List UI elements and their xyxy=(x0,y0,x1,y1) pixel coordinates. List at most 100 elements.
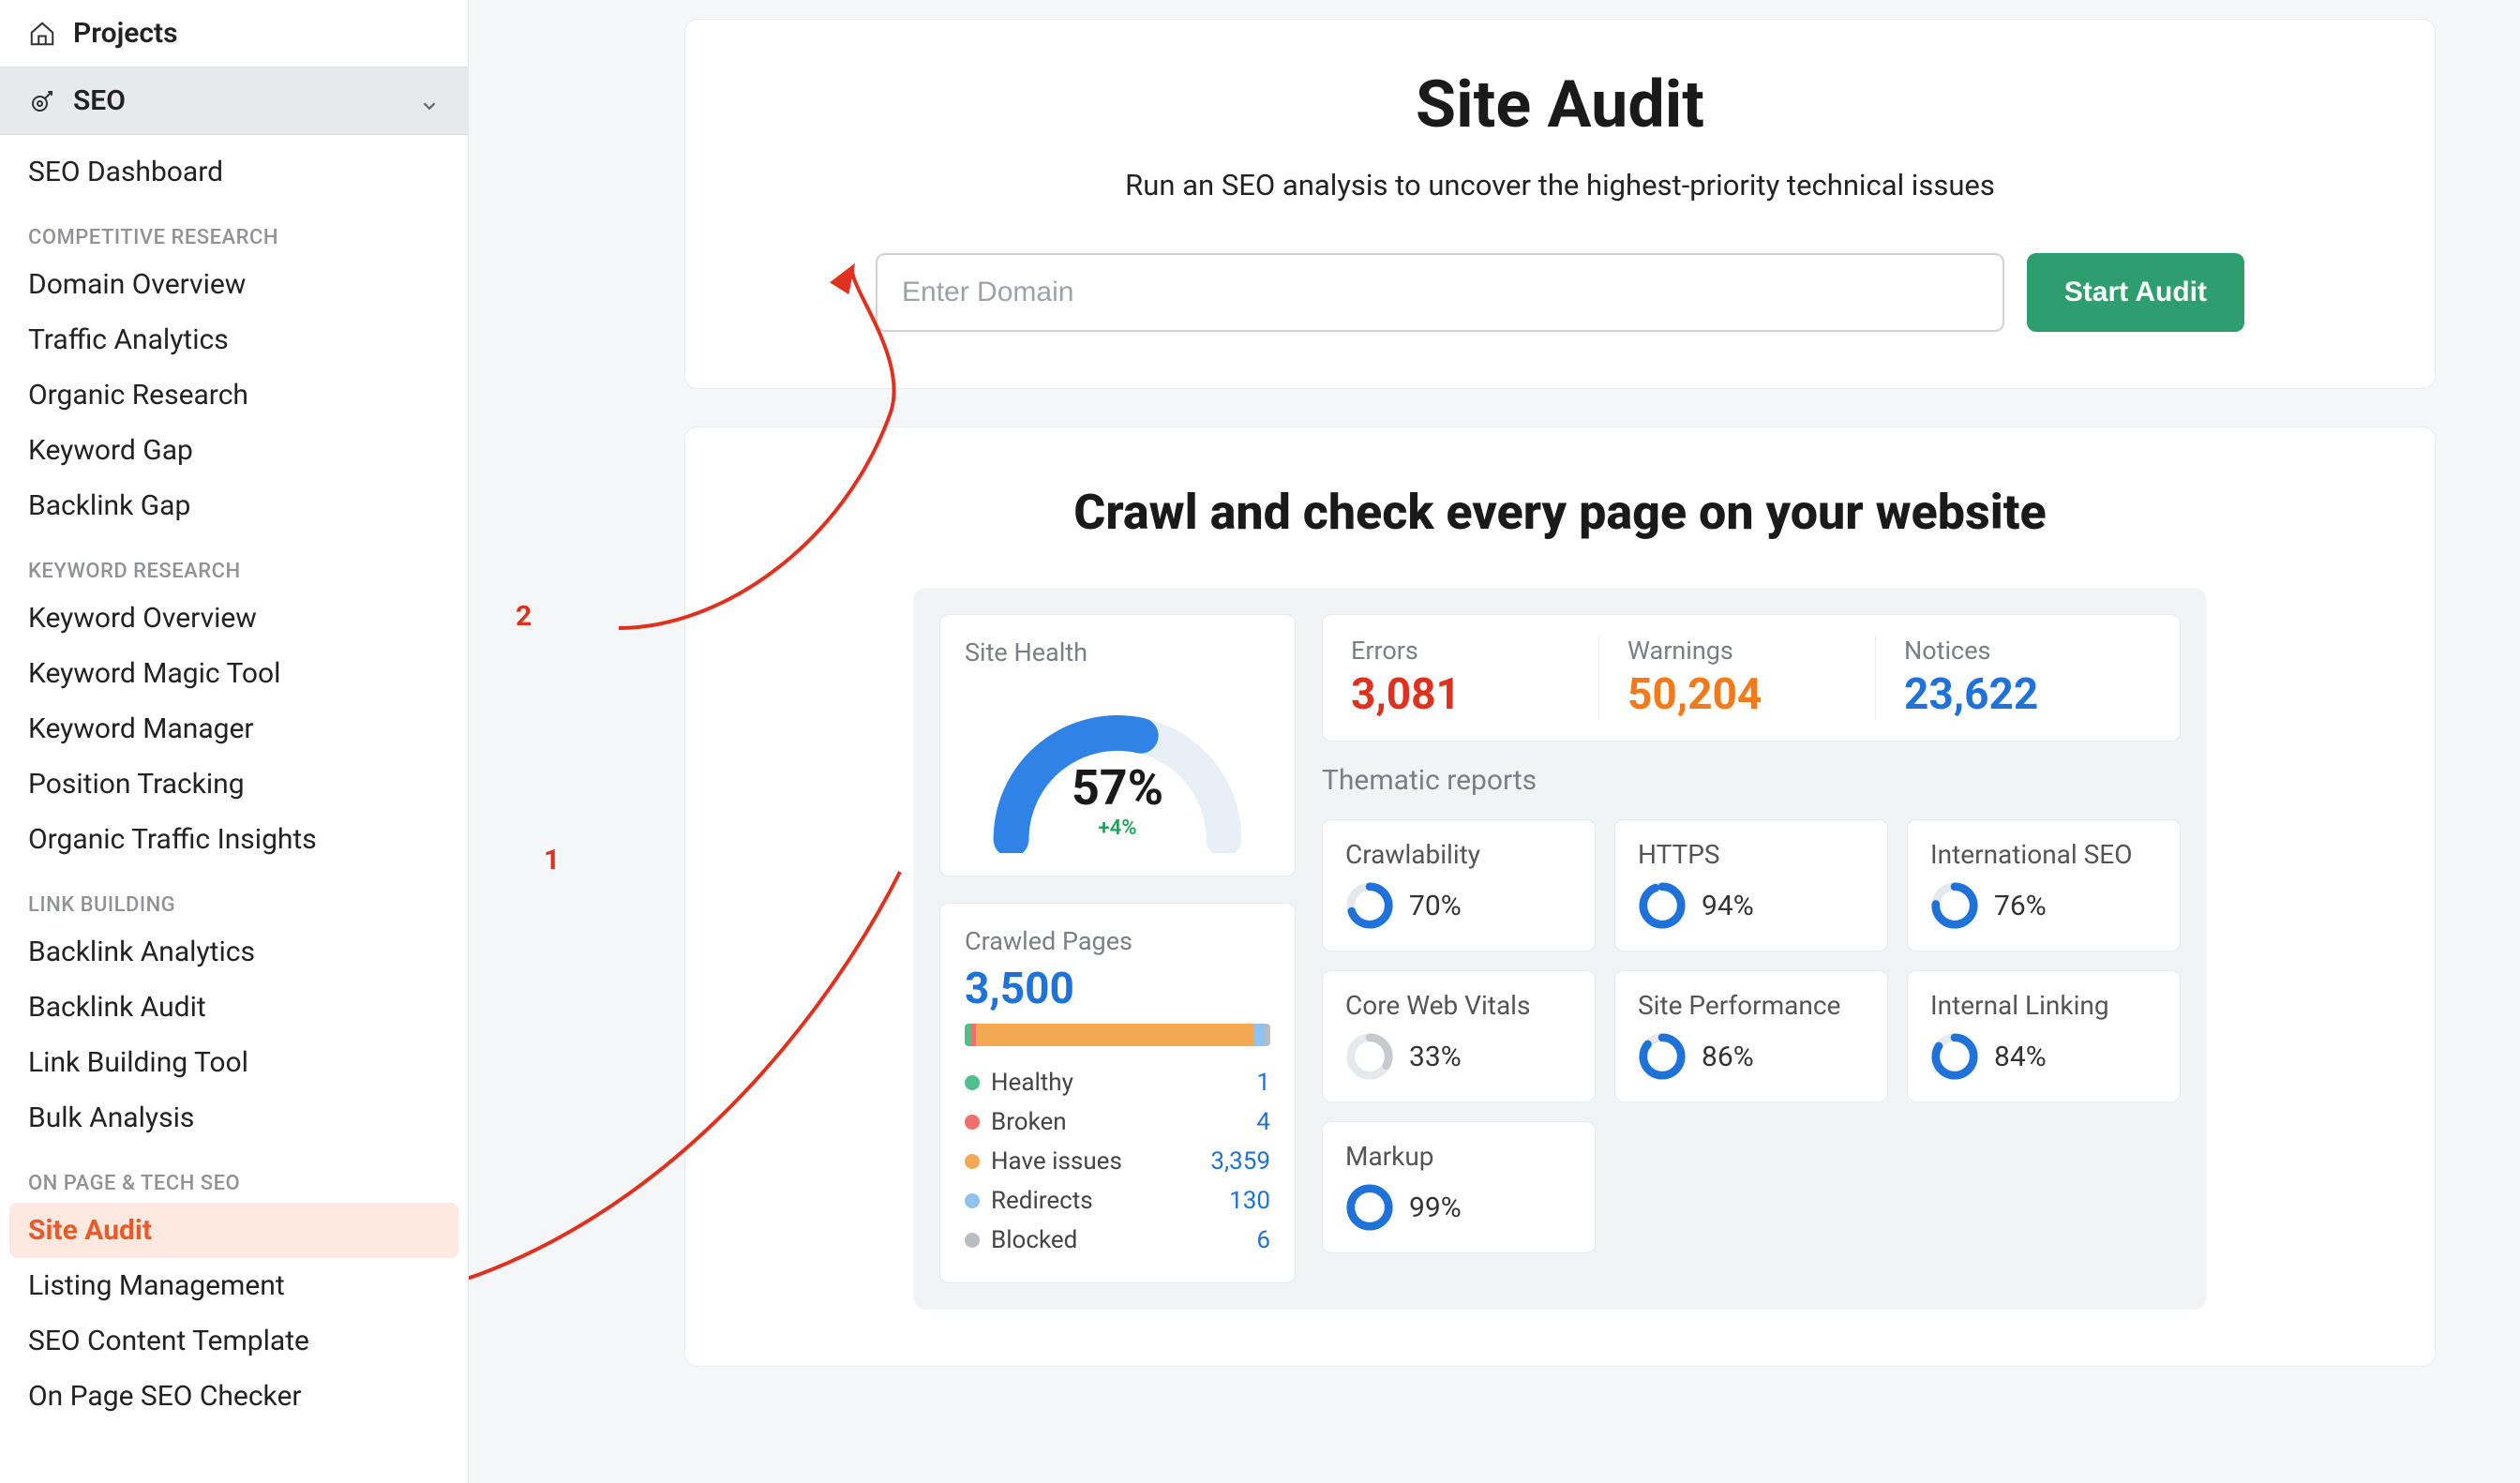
notices-label: Notices xyxy=(1904,636,2123,666)
report-title: Markup xyxy=(1345,1141,1572,1172)
hero-subtitle: Run an SEO analysis to uncover the highe… xyxy=(742,168,2378,202)
thematic-report-card[interactable]: Core Web Vitals 33% xyxy=(1322,970,1596,1102)
site-health-pct: 57% xyxy=(965,759,1270,816)
main-content: 2 1 Site Audit Run an SEO analysis to un… xyxy=(469,0,2520,1483)
hero-panel: Site Audit Run an SEO analysis to uncove… xyxy=(684,19,2436,389)
thematic-report-card[interactable]: International SEO 76% xyxy=(1907,819,2181,951)
sidebar-item[interactable]: Organic Traffic Insights xyxy=(0,812,468,867)
nav-seo[interactable]: SEO xyxy=(0,67,468,135)
chevron-down-icon xyxy=(419,91,440,112)
nav-projects[interactable]: Projects xyxy=(0,0,468,67)
donut-icon xyxy=(1930,881,1979,930)
home-icon xyxy=(28,20,56,48)
donut-icon xyxy=(1345,1032,1394,1081)
warnings-label: Warnings xyxy=(1628,636,1847,666)
legend-label: Redirects xyxy=(991,1187,1093,1215)
errors-value: 3,081 xyxy=(1351,669,1570,720)
report-pct: 33% xyxy=(1409,1041,1462,1073)
sidebar-item[interactable]: On Page SEO Checker xyxy=(0,1369,468,1424)
sidebar-item[interactable]: SEO Content Template xyxy=(0,1313,468,1369)
report-title: Core Web Vitals xyxy=(1345,990,1572,1021)
hero-title: Site Audit xyxy=(742,67,2378,143)
report-title: Site Performance xyxy=(1638,990,1865,1021)
report-pct: 70% xyxy=(1409,890,1462,922)
sidebar-item[interactable]: Keyword Gap xyxy=(0,423,468,478)
legend-dot-icon xyxy=(965,1075,980,1090)
legend-value: 3,359 xyxy=(1210,1147,1270,1176)
legend-label: Healthy xyxy=(991,1069,1073,1097)
crawled-label: Crawled Pages xyxy=(965,926,1270,956)
report-pct: 76% xyxy=(1994,890,2047,922)
sidebar-item[interactable]: Keyword Manager xyxy=(0,701,468,756)
legend-value: 4 xyxy=(1256,1108,1270,1136)
legend-label: Blocked xyxy=(991,1226,1077,1254)
sidebar-item[interactable]: Position Tracking xyxy=(0,756,468,812)
site-health-label: Site Health xyxy=(965,637,1270,667)
sidebar-item[interactable]: Domain Overview xyxy=(0,257,468,312)
sidebar-item[interactable]: Backlink Audit xyxy=(0,980,468,1035)
donut-icon xyxy=(1638,881,1687,930)
sidebar-item[interactable]: Link Building Tool xyxy=(0,1035,468,1090)
segment xyxy=(976,1024,1253,1046)
notices-value: 23,622 xyxy=(1904,669,2123,720)
thematic-label: Thematic reports xyxy=(1322,764,2181,797)
legend-row[interactable]: Have issues 3,359 xyxy=(965,1142,1270,1181)
ewn-card[interactable]: Errors 3,081 Warnings 50,204 Notices 23,… xyxy=(1322,614,2181,742)
report-pct: 86% xyxy=(1702,1041,1754,1073)
donut-icon xyxy=(1345,1183,1394,1232)
target-icon xyxy=(28,87,56,115)
sidebar-item[interactable]: Keyword Magic Tool xyxy=(0,646,468,701)
nav-projects-label: Projects xyxy=(73,17,178,50)
thematic-report-card[interactable]: Site Performance 86% xyxy=(1614,970,1888,1102)
annotation-num-1: 1 xyxy=(544,844,560,876)
report-title: Crawlability xyxy=(1345,839,1572,870)
donut-icon xyxy=(1345,881,1394,930)
thematic-report-card[interactable]: HTTPS 94% xyxy=(1614,819,1888,951)
sidebar-item[interactable]: Bulk Analysis xyxy=(0,1090,468,1146)
sidebar-item[interactable]: Site Audit xyxy=(9,1203,458,1258)
domain-input[interactable] xyxy=(876,253,2004,332)
sidebar-item[interactable]: SEO Dashboard xyxy=(0,144,468,200)
sidebar-section-heading: LINK BUILDING xyxy=(0,867,468,924)
sidebar-item[interactable]: Listing Management xyxy=(0,1258,468,1313)
sidebar-item[interactable]: Keyword Overview xyxy=(0,591,468,646)
report-title: HTTPS xyxy=(1638,839,1865,870)
report-pct: 94% xyxy=(1702,890,1754,922)
legend-row[interactable]: Blocked 6 xyxy=(965,1221,1270,1260)
donut-icon xyxy=(1638,1032,1687,1081)
dashboard: Site Health 57% +4% Crawled Pages 3,500 xyxy=(913,588,2207,1310)
report-title: International SEO xyxy=(1930,839,2157,870)
crawl-panel: Crawl and check every page on your websi… xyxy=(684,427,2436,1367)
sidebar-item[interactable]: Backlink Gap xyxy=(0,478,468,533)
errors-label: Errors xyxy=(1351,636,1570,666)
legend-row[interactable]: Healthy 1 xyxy=(965,1063,1270,1102)
legend-row[interactable]: Redirects 130 xyxy=(965,1181,1270,1221)
report-title: Internal Linking xyxy=(1930,990,2157,1021)
thematic-report-card[interactable]: Crawlability 70% xyxy=(1322,819,1596,951)
sidebar-item[interactable]: Organic Research xyxy=(0,367,468,423)
warnings-value: 50,204 xyxy=(1628,669,1847,720)
crawled-segment-bar xyxy=(965,1024,1270,1046)
legend-row[interactable]: Broken4 xyxy=(965,1102,1270,1142)
nav-seo-label: SEO xyxy=(73,84,126,117)
thematic-report-card[interactable]: Markup 99% xyxy=(1322,1121,1596,1253)
sidebar-section-heading: KEYWORD RESEARCH xyxy=(0,533,468,591)
annotation-num-2: 2 xyxy=(516,600,532,633)
crawled-pages-card[interactable]: Crawled Pages 3,500 Healthy1Broken4Have … xyxy=(939,903,1296,1283)
segment xyxy=(1253,1024,1264,1046)
sidebar-item[interactable]: Backlink Analytics xyxy=(0,924,468,980)
report-pct: 84% xyxy=(1994,1041,2047,1073)
report-pct: 99% xyxy=(1409,1191,1462,1224)
donut-icon xyxy=(1930,1032,1979,1081)
sidebar-item[interactable]: Traffic Analytics xyxy=(0,312,468,367)
start-audit-button[interactable]: Start Audit xyxy=(2027,253,2244,332)
crawl-title: Crawl and check every page on your websi… xyxy=(742,484,2378,541)
legend-value: 1 xyxy=(1256,1069,1270,1097)
site-health-card[interactable]: Site Health 57% +4% xyxy=(939,614,1296,876)
thematic-grid: Crawlability 70% HTTPS 94% International SEO… xyxy=(1322,819,2181,1253)
legend-value: 6 xyxy=(1256,1226,1270,1254)
site-health-delta: +4% xyxy=(965,816,1270,840)
legend-label: Have issues xyxy=(991,1147,1122,1176)
thematic-report-card[interactable]: Internal Linking 84% xyxy=(1907,970,2181,1102)
legend-value: 130 xyxy=(1229,1187,1270,1215)
